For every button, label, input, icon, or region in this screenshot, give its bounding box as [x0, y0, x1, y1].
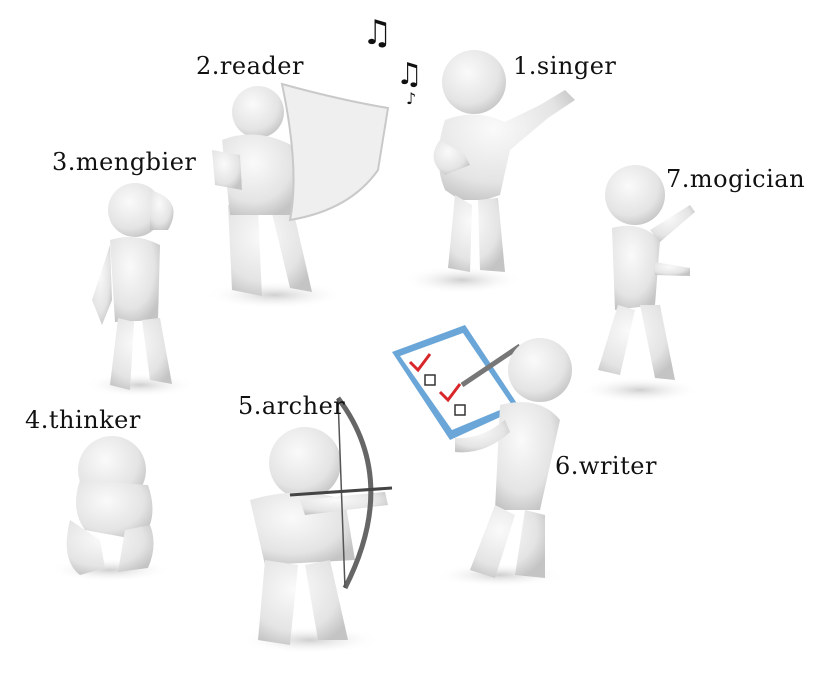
label-singer: 1.singer	[513, 52, 617, 80]
thinker-figure	[50, 436, 170, 582]
music-notes-icon: ♫ ♫ ♪	[362, 13, 423, 108]
label-writer: 6.writer	[555, 452, 657, 480]
label-thinker: 4.thinker	[25, 406, 141, 434]
mogician-figure	[580, 165, 700, 403]
writer-figure	[392, 325, 572, 587]
scene-illustration: ♫ ♫ ♪	[50, 13, 700, 654]
label-archer: 5.archer	[238, 392, 346, 420]
svg-text:♪: ♪	[406, 89, 416, 108]
singer-figure	[402, 50, 575, 294]
label-mengbier: 3.mengbier	[52, 148, 197, 176]
svg-text:♫: ♫	[362, 13, 392, 53]
reader-figure	[205, 82, 390, 309]
svg-text:♫: ♫	[396, 57, 423, 92]
label-mogician: 7.mogician	[666, 165, 806, 193]
label-reader: 2.reader	[196, 52, 304, 80]
mengbier-figure	[85, 183, 195, 397]
archer-figure	[240, 396, 393, 654]
